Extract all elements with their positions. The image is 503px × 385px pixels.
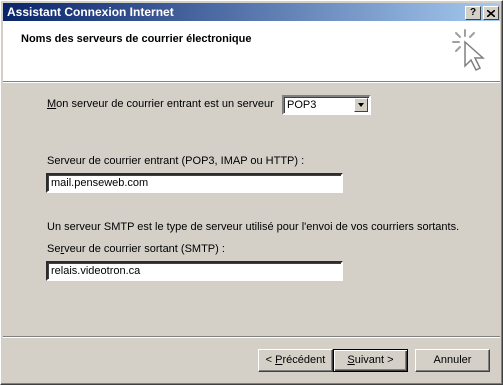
window-title: Assistant Connexion Internet [7, 5, 174, 19]
back-button[interactable]: < Précédent [258, 349, 333, 372]
outgoing-server-label: Serveur de courrier sortant (SMTP) : [47, 243, 225, 255]
help-button[interactable]: ? [465, 6, 481, 20]
close-button[interactable] [483, 6, 499, 20]
incoming-server-label: Serveur de courrier entrant (POP3, IMAP … [47, 155, 305, 167]
cancel-button[interactable]: Annuler [415, 349, 490, 372]
close-icon [487, 10, 495, 17]
chevron-down-icon[interactable] [354, 98, 368, 112]
wizard-sparkle-cursor-icon [452, 29, 485, 72]
wizard-window: Assistant Connexion Internet ? Noms des … [0, 0, 503, 385]
incoming-type-label: Mon serveur de courrier entrant est un s… [47, 98, 274, 110]
header-divider [3, 81, 500, 83]
incoming-type-value: POP3 [287, 99, 317, 111]
smtp-info-text: Un serveur SMTP est le type de serveur u… [47, 221, 460, 233]
incoming-server-input[interactable]: mail.penseweb.com [46, 173, 343, 193]
incoming-type-select[interactable]: POP3 [282, 95, 371, 115]
page-title: Noms des serveurs de courrier électroniq… [21, 33, 252, 45]
title-bar[interactable]: Assistant Connexion Internet ? [3, 3, 500, 21]
footer-divider [3, 336, 500, 338]
next-button[interactable]: Suivant > [333, 349, 408, 372]
wizard-header: Noms des serveurs de courrier électroniq… [3, 21, 500, 81]
outgoing-server-input[interactable]: relais.videotron.ca [46, 261, 343, 281]
